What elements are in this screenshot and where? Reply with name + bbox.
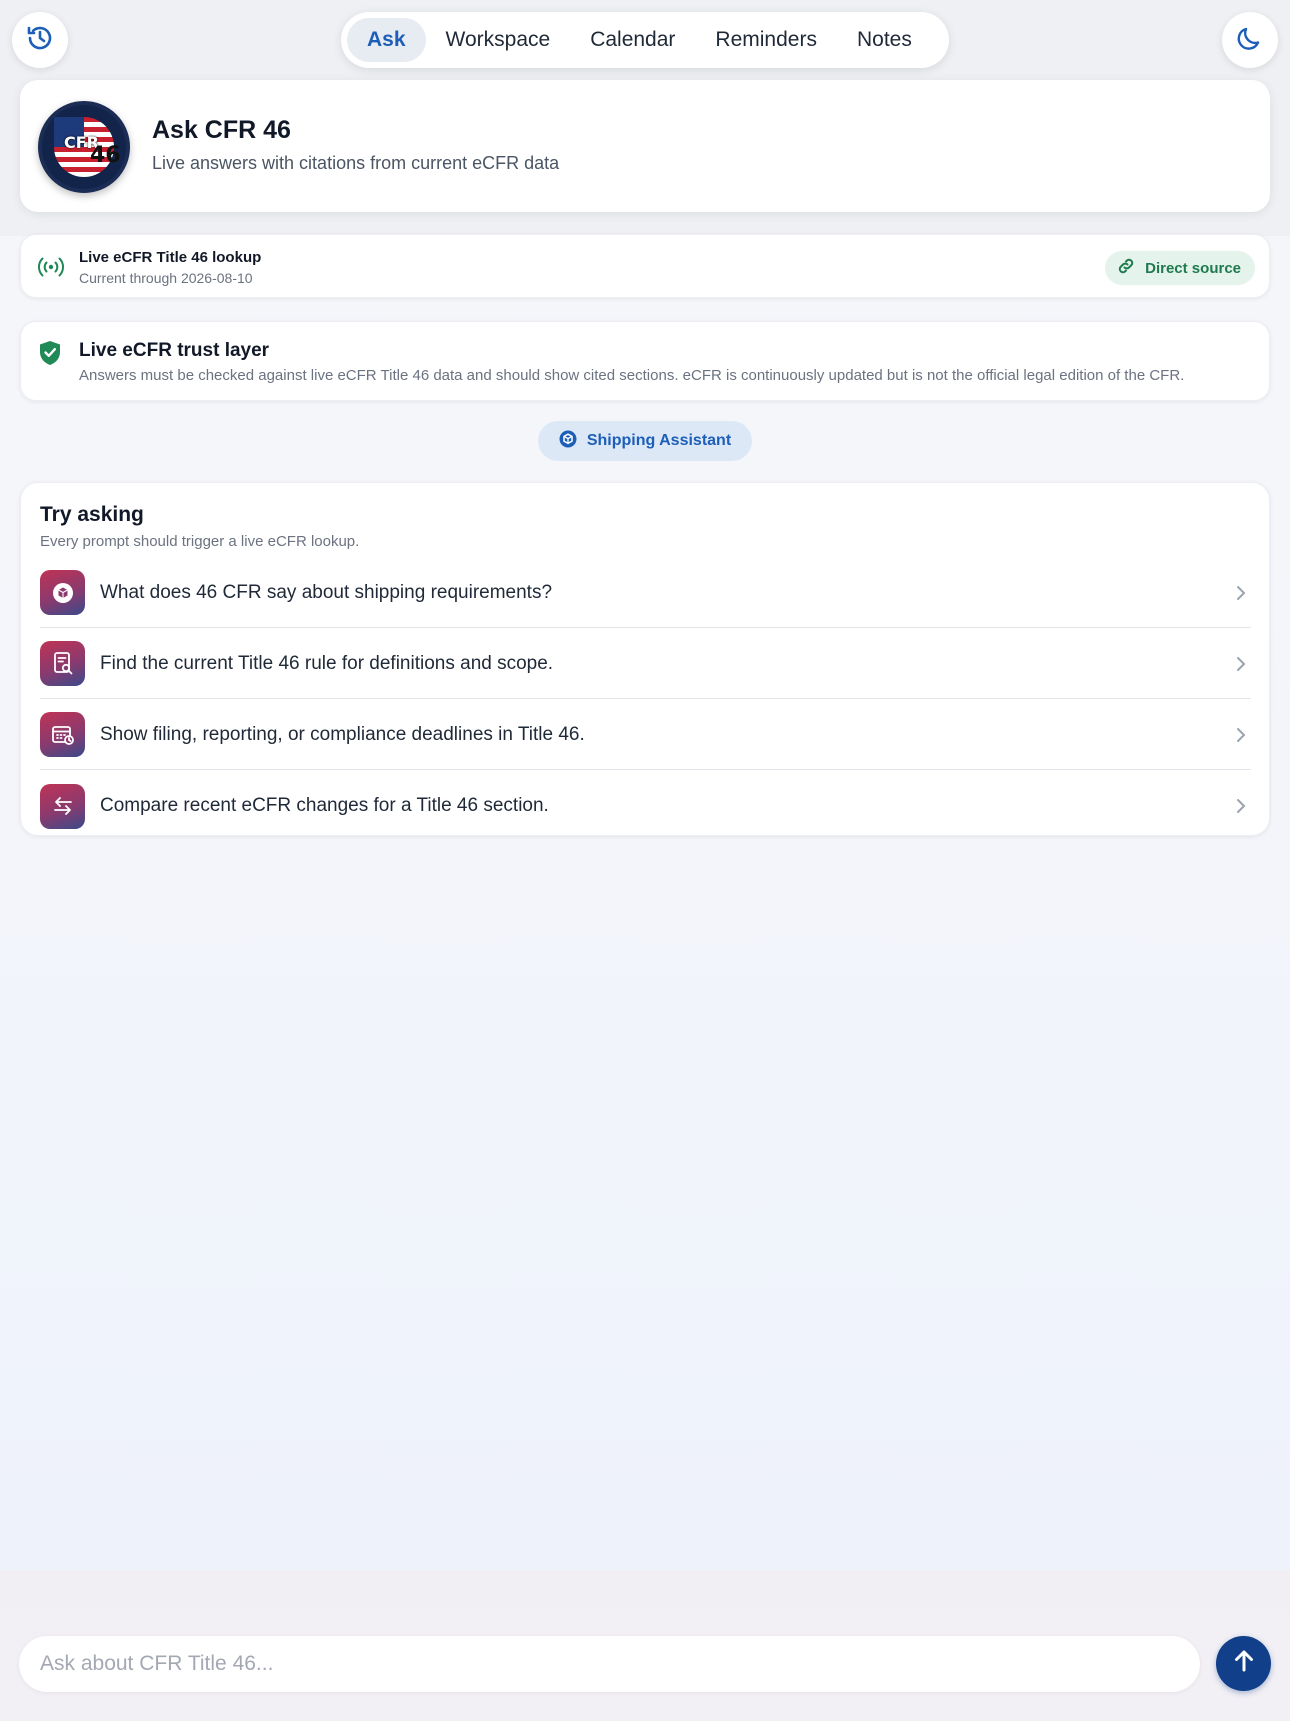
arrows-compare-icon — [40, 783, 85, 829]
tab-notes[interactable]: Notes — [837, 18, 932, 62]
lookup-title: Live eCFR Title 46 lookup — [79, 249, 262, 266]
ask-input[interactable] — [19, 1636, 1200, 1692]
header-card: CFR 46 Ask CFR 46 Live answers with cita… — [20, 80, 1270, 212]
shipping-assistant-label: Shipping Assistant — [586, 432, 732, 449]
cube-icon — [40, 570, 85, 615]
chevron-right-icon — [1231, 585, 1251, 601]
tab-workspace[interactable]: Workspace — [426, 18, 571, 62]
prompt-text: Show filing, reporting, or compliance de… — [100, 723, 585, 745]
prompt-compliance-deadlines[interactable]: Show filing, reporting, or compliance de… — [40, 700, 1251, 770]
logo-number: 46 — [90, 143, 121, 168]
document-search-icon — [40, 641, 85, 686]
cube-icon — [559, 430, 577, 453]
live-lookup-card: Live eCFR Title 46 lookup Current throug… — [20, 234, 1270, 298]
calendar-clock-icon — [40, 712, 85, 757]
history-button[interactable] — [12, 12, 68, 68]
prompt-shipping-requirements[interactable]: What does 46 CFR say about shipping requ… — [40, 558, 1251, 628]
link-icon — [1117, 257, 1135, 279]
tab-calendar[interactable]: Calendar — [570, 18, 695, 62]
trust-layer-card: Live eCFR trust layer Answers must be ch… — [20, 321, 1270, 401]
chevron-right-icon — [1231, 656, 1251, 672]
history-icon — [24, 22, 56, 59]
arrow-up-icon — [1232, 1648, 1256, 1679]
try-asking-title: Try asking — [40, 503, 144, 526]
direct-source-label: Direct source — [1145, 259, 1241, 277]
lookup-date: Current through 2026-08-10 — [79, 270, 253, 286]
broadcast-icon — [36, 253, 66, 286]
try-asking-card: Try asking Every prompt should trigger a… — [20, 482, 1270, 836]
cfr-46-logo: CFR 46 — [38, 101, 130, 193]
tab-reminders[interactable]: Reminders — [695, 18, 837, 62]
send-button[interactable] — [1216, 1636, 1271, 1691]
tab-ask[interactable]: Ask — [347, 18, 426, 62]
trust-title: Live eCFR trust layer — [79, 340, 270, 361]
tab-bar: Ask Workspace Calendar Reminders Notes — [341, 12, 949, 68]
shipping-assistant-button[interactable]: Shipping Assistant — [538, 421, 752, 461]
trust-description: Answers must be checked against live eCF… — [79, 367, 1185, 384]
prompt-compare-changes[interactable]: Compare recent eCFR changes for a Title … — [40, 771, 1251, 841]
theme-toggle-button[interactable] — [1222, 12, 1278, 68]
page-title: Ask CFR 46 — [152, 116, 291, 144]
prompt-text: What does 46 CFR say about shipping requ… — [100, 581, 553, 603]
chevron-right-icon — [1231, 798, 1251, 814]
chevron-right-icon — [1231, 727, 1251, 743]
prompt-text: Compare recent eCFR changes for a Title … — [100, 795, 549, 816]
prompt-definitions-scope[interactable]: Find the current Title 46 rule for defin… — [40, 629, 1251, 699]
try-asking-subtitle: Every prompt should trigger a live eCFR … — [40, 533, 360, 550]
page-subtitle: Live answers with citations from current… — [152, 153, 560, 173]
prompt-text: Find the current Title 46 rule for defin… — [100, 652, 554, 674]
shield-check-icon — [39, 340, 61, 371]
direct-source-button[interactable]: Direct source — [1105, 251, 1255, 285]
moon-icon — [1235, 23, 1265, 58]
